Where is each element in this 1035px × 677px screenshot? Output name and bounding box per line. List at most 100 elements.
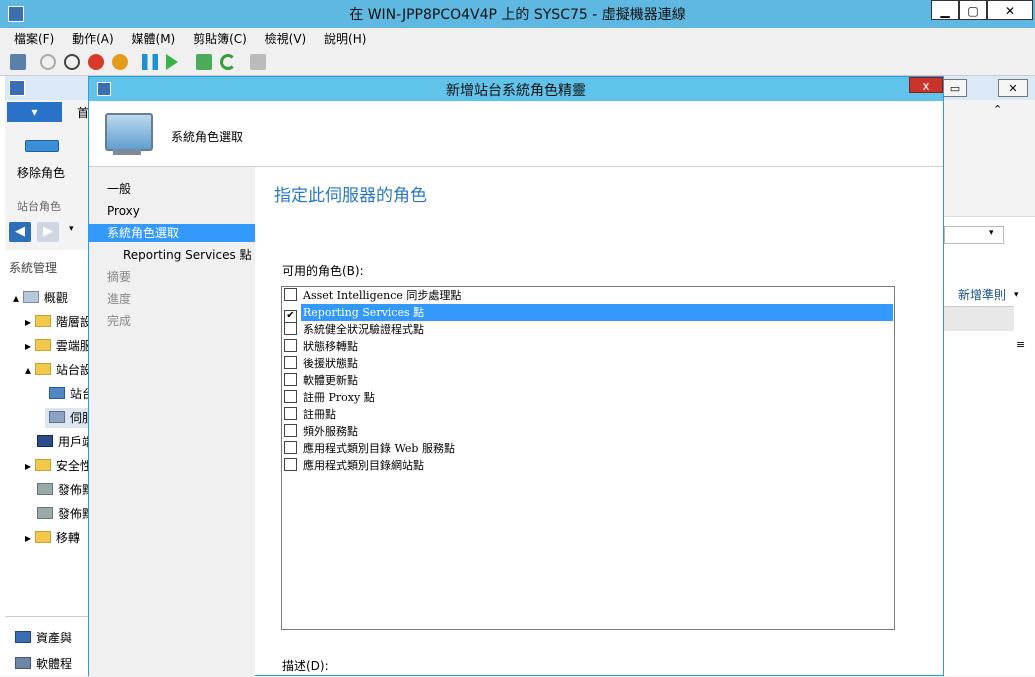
wunderbar-software[interactable]: 軟體程 bbox=[15, 654, 72, 674]
role-checkbox[interactable] bbox=[284, 407, 297, 420]
wizard-title-bar: 新增站台系統角色精靈 x bbox=[89, 77, 943, 101]
start-icon[interactable] bbox=[40, 54, 56, 70]
remove-role-icon bbox=[25, 140, 59, 152]
distribution-point-icon bbox=[37, 483, 53, 495]
role-checkbox[interactable] bbox=[284, 424, 297, 437]
role-checkbox[interactable] bbox=[284, 339, 297, 352]
tree-item-client[interactable]: 用戶端 bbox=[37, 432, 94, 452]
console-close-button[interactable]: ✕ bbox=[998, 79, 1028, 97]
computer-stand-icon bbox=[113, 149, 141, 155]
tree-item-security[interactable]: ▸ 安全性 bbox=[25, 456, 92, 476]
menu-bar: 檔案(F) 動作(A) 媒體(M) 剪貼簿(C) 檢視(V) 說明(H) bbox=[0, 28, 1035, 51]
role-item[interactable]: 後援狀態點 bbox=[284, 355, 892, 372]
vm-title-bar: 在 WIN-JPP8PCO4V4P 上的 SYSC75 - 虛擬機器連線 ▁ ▢… bbox=[0, 0, 1035, 28]
wizard-title: 新增站台系統角色精靈 bbox=[446, 83, 586, 99]
pause-icon[interactable] bbox=[142, 54, 158, 70]
folder-icon bbox=[34, 531, 51, 543]
wizard-dialog: 新增站台系統角色精靈 x 系統角色選取 一般 Proxy 系統角色選取 Repo… bbox=[88, 76, 944, 677]
wizard-steps: 一般 Proxy 系統角色選取 Reporting Services 點 摘要 … bbox=[89, 167, 255, 677]
back-arrow-icon[interactable]: ◀ bbox=[9, 222, 31, 242]
role-checkbox[interactable] bbox=[284, 458, 297, 471]
menu-media[interactable]: 媒體(M) bbox=[125, 28, 183, 50]
revert-icon[interactable] bbox=[220, 54, 236, 70]
checkpoint-icon[interactable] bbox=[196, 54, 212, 70]
assets-icon bbox=[15, 631, 31, 643]
step-completion: 完成 bbox=[107, 314, 132, 328]
wizard-close-button[interactable]: x bbox=[909, 77, 943, 93]
navigation-tree: 系統管理 ▴ 概觀 ▸ 階層設 ▸ 雲端服 ▴ 站台設 站台 伺服 用戶端 ▸ … bbox=[5, 250, 99, 676]
console-restore-button[interactable]: ▭ bbox=[943, 79, 967, 97]
server-icon bbox=[49, 411, 65, 423]
role-item[interactable]: 狀態移轉點 bbox=[284, 338, 892, 355]
shut-down-icon[interactable] bbox=[88, 54, 104, 70]
ribbon-right bbox=[944, 124, 1035, 217]
add-criteria-link[interactable]: 新增準則 bbox=[958, 286, 1006, 303]
role-checkbox[interactable] bbox=[284, 322, 297, 335]
search-dropdown-icon[interactable]: ▾ bbox=[989, 228, 994, 238]
menu-action[interactable]: 動作(A) bbox=[65, 28, 121, 50]
menu-clipboard[interactable]: 剪貼簿(C) bbox=[186, 28, 254, 50]
search-box[interactable]: ▾ bbox=[944, 226, 1004, 244]
menu-view[interactable]: 檢視(V) bbox=[258, 28, 314, 50]
role-item[interactable]: Asset Intelligence 同步處理點 bbox=[284, 287, 892, 304]
tree-item-overview[interactable]: ▴ 概觀 bbox=[13, 288, 68, 308]
resume-icon[interactable] bbox=[166, 54, 178, 70]
tree-item-migration[interactable]: ▸ 移轉 bbox=[25, 528, 80, 548]
role-checkbox[interactable] bbox=[284, 288, 297, 301]
tree-item-site-config[interactable]: ▴ 站台設 bbox=[25, 360, 92, 380]
maximize-button[interactable]: ▢ bbox=[959, 0, 987, 20]
enhanced-session-icon[interactable] bbox=[250, 54, 266, 70]
role-item[interactable]: 系統健全狀況驗證程式點 bbox=[284, 321, 892, 338]
client-icon bbox=[37, 435, 53, 447]
role-checkbox[interactable] bbox=[284, 373, 297, 386]
close-button[interactable]: ✕ bbox=[987, 0, 1033, 20]
tree-item-dp-group[interactable]: 發佈點 bbox=[37, 504, 94, 524]
overview-icon bbox=[22, 291, 39, 303]
turn-off-icon[interactable] bbox=[64, 54, 80, 70]
tree-item-cloud[interactable]: ▸ 雲端服 bbox=[25, 336, 92, 356]
folder-icon bbox=[34, 339, 51, 351]
criteria-dropdown-icon[interactable]: ▾ bbox=[1014, 290, 1019, 300]
role-item[interactable]: 應用程式類別目錄 Web 服務點 bbox=[284, 440, 892, 457]
ribbon-group-label: 站台角色 bbox=[17, 200, 61, 213]
available-roles-label: 可用的角色(B): bbox=[282, 264, 364, 278]
step-general: 一般 bbox=[107, 182, 132, 196]
splitter-grip-icon[interactable]: ≡ bbox=[1016, 338, 1025, 351]
role-checkbox[interactable] bbox=[284, 390, 297, 403]
ribbon-panel: 移除角色 站台角色 bbox=[5, 124, 89, 216]
folder-icon bbox=[34, 459, 51, 471]
role-item[interactable]: 應用程式類別目錄網站點 bbox=[284, 457, 892, 474]
roles-list[interactable]: Asset Intelligence 同步處理點 ✔ Reporting Serv… bbox=[281, 286, 895, 630]
ribbon-collapse-icon[interactable]: ⌃ bbox=[993, 103, 1002, 116]
wunderbar-assets[interactable]: 資產與 bbox=[15, 628, 72, 648]
description-label: 描述(D): bbox=[282, 659, 329, 673]
page-heading: 指定此伺服器的角色 bbox=[274, 186, 427, 206]
distribution-point-icon bbox=[37, 507, 53, 519]
step-proxy: Proxy bbox=[107, 204, 140, 218]
menu-file[interactable]: 檔案(F) bbox=[7, 28, 61, 50]
file-tab[interactable]: ▾ bbox=[7, 102, 62, 122]
role-item[interactable]: ✔ Reporting Services 點 bbox=[284, 304, 893, 323]
ctrl-alt-del-icon[interactable] bbox=[10, 54, 26, 70]
forward-arrow-icon[interactable]: ▶ bbox=[37, 222, 59, 242]
role-checkbox[interactable] bbox=[284, 356, 297, 369]
role-checkbox[interactable] bbox=[284, 441, 297, 454]
tree-root-label: 系統管理 bbox=[9, 261, 58, 275]
nav-dropdown-icon[interactable]: ▾ bbox=[69, 224, 74, 234]
role-item[interactable]: 註冊 Proxy 點 bbox=[284, 389, 892, 406]
role-item[interactable]: 註冊點 bbox=[284, 406, 892, 423]
folder-icon bbox=[34, 315, 51, 327]
vm-window-title: 在 WIN-JPP8PCO4V4P 上的 SYSC75 - 虛擬機器連線 bbox=[349, 7, 686, 23]
menu-help[interactable]: 說明(H) bbox=[317, 28, 373, 50]
role-item[interactable]: 軟體更新點 bbox=[284, 372, 892, 389]
wizard-page-title: 系統角色選取 bbox=[171, 130, 244, 144]
divider bbox=[5, 616, 88, 617]
role-item[interactable]: 頻外服務點 bbox=[284, 423, 892, 440]
power-icon[interactable] bbox=[112, 54, 128, 70]
remove-role-button[interactable]: 移除角色 bbox=[17, 164, 65, 181]
tree-item-hierarchy[interactable]: ▸ 階層設 bbox=[25, 312, 92, 332]
tree-item-dp[interactable]: 發佈點 bbox=[37, 480, 94, 500]
vm-toolbar bbox=[0, 50, 1035, 76]
minimize-button[interactable]: ▁ bbox=[931, 0, 959, 20]
software-icon bbox=[15, 657, 31, 669]
